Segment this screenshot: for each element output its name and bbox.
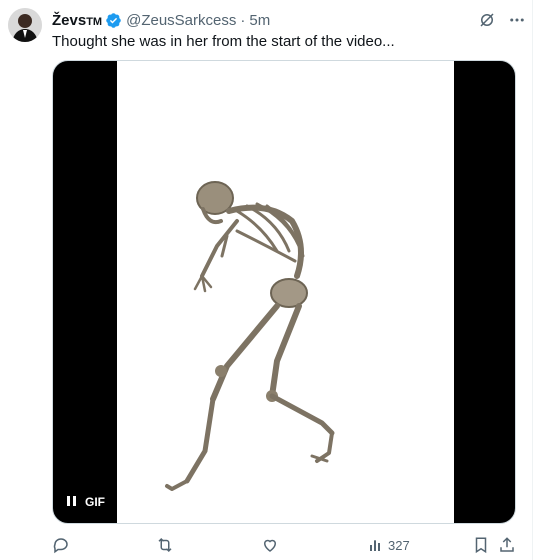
share-button[interactable] [498, 536, 516, 554]
views-icon [370, 540, 380, 551]
skeleton-image [165, 181, 335, 491]
media-gif[interactable]: GIF [52, 60, 516, 524]
bookmark-icon [475, 537, 487, 554]
tweet-header: ŽevsTM @ZeusSarkcess · 5m [52, 10, 527, 30]
views-count: 327 [388, 537, 410, 553]
bookmark-button[interactable] [472, 536, 490, 554]
verified-badge-icon[interactable] [105, 12, 122, 29]
author-name-suffix: TM [86, 15, 103, 28]
avatar[interactable] [8, 8, 42, 42]
author-handle[interactable]: @ZeusSarkcess [126, 12, 236, 29]
author-name[interactable]: ŽevsTM [52, 12, 102, 29]
heart-icon [263, 539, 277, 552]
gif-frame [117, 61, 454, 523]
separator-dot: · [240, 11, 246, 29]
media-controls: GIF [67, 495, 105, 509]
header-actions [477, 10, 527, 30]
repost-icon [158, 537, 172, 553]
share-icon [500, 537, 514, 552]
like-button[interactable] [261, 536, 279, 554]
tweet-actions: 327 [52, 535, 516, 555]
pause-icon[interactable] [67, 496, 77, 508]
views-button[interactable]: 327 [368, 537, 410, 553]
more-options-icon[interactable] [507, 10, 527, 30]
avatar-image [8, 8, 42, 42]
reply-icon [53, 538, 68, 554]
grok-icon[interactable] [477, 10, 497, 30]
reply-button[interactable] [52, 536, 70, 554]
gif-badge: GIF [85, 495, 105, 509]
post-time[interactable]: 5m [249, 12, 270, 29]
tweet-text: Thought she was in her from the start of… [52, 33, 395, 50]
repost-button[interactable] [156, 536, 174, 554]
right-divider [532, 0, 533, 560]
